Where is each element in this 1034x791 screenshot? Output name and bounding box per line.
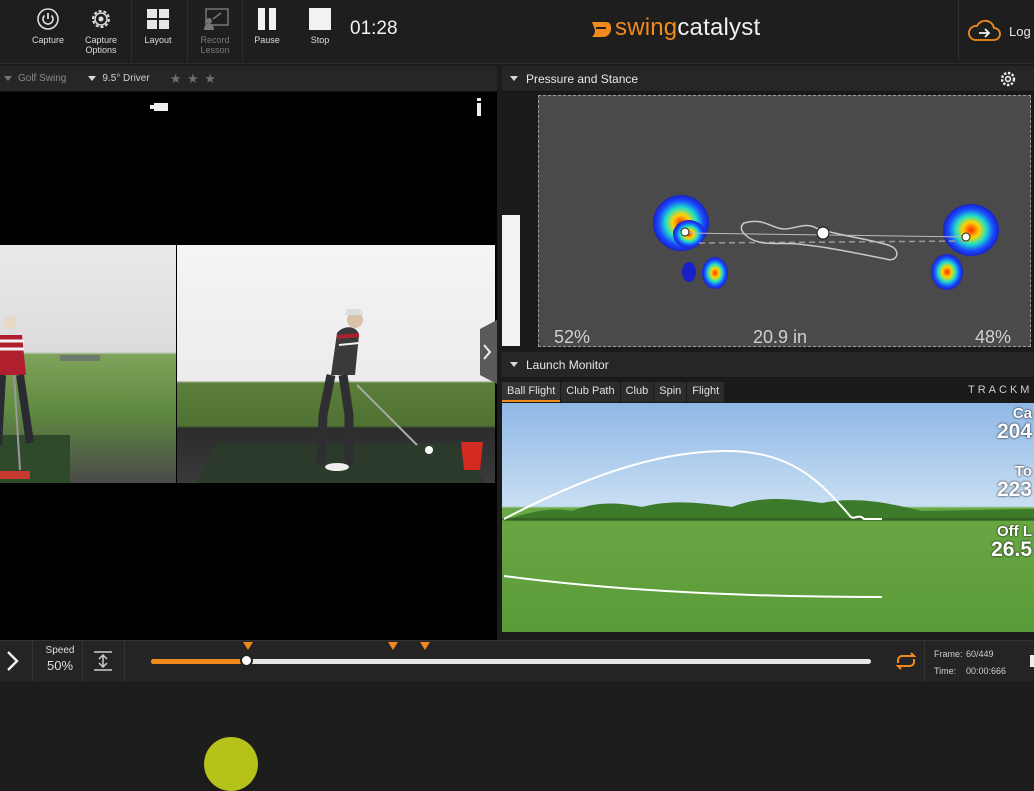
toolbar-divider <box>242 0 243 62</box>
chevron-down-icon[interactable] <box>88 76 97 81</box>
camera-view-face-on <box>0 245 176 483</box>
time-label: Time: <box>934 666 957 676</box>
pause-icon <box>256 6 278 32</box>
tab-club[interactable]: Club <box>620 382 654 402</box>
divider <box>32 641 33 681</box>
layout-button[interactable]: Layout <box>136 0 180 62</box>
speed-label: Speed <box>45 645 75 656</box>
pressure-side-bar <box>502 215 520 346</box>
capture-button[interactable]: Capture <box>26 0 70 62</box>
logo-mark-icon <box>592 22 611 37</box>
event-marker[interactable] <box>243 642 253 650</box>
info-icon[interactable] <box>474 98 484 116</box>
offline-value: 26.5 <box>991 538 1032 561</box>
stop-button[interactable]: Stop <box>300 0 340 62</box>
record-lesson-button[interactable]: Record Lesson <box>190 0 240 62</box>
toolbar-divider <box>187 0 188 62</box>
grid-icon <box>146 6 170 32</box>
gear-icon <box>88 6 114 32</box>
capture-label: Capture <box>31 35 65 45</box>
stance-width: 20.9 in <box>753 327 808 347</box>
video-panel-header: Golf Swing 9.5° Driver ★ ★ ★ <box>0 66 497 92</box>
recording-timer: 01:28 <box>350 18 398 39</box>
pressure-map[interactable] <box>538 95 1031 347</box>
trim-icon[interactable] <box>92 650 114 672</box>
power-icon <box>36 6 60 32</box>
time-value: 00:00:666 <box>966 666 1007 676</box>
chevron-down-icon[interactable] <box>4 76 12 81</box>
tab-club-path[interactable]: Club Path <box>561 382 620 402</box>
pause-button[interactable]: Pause <box>247 0 287 62</box>
stop-icon <box>308 6 332 32</box>
playback-bar: Speed 50% Frame: 60/449 Time: 00:00:666 <box>0 640 1034 682</box>
tab-flight[interactable]: Flight <box>687 382 725 402</box>
golfer-face-on-image <box>0 316 100 483</box>
record-lesson-label: Record Lesson <box>200 35 230 55</box>
category-dropdown[interactable]: Golf Swing <box>18 73 66 84</box>
capture-options-button[interactable]: Capture Options <box>78 0 124 62</box>
left-weight-percent: 52% <box>554 327 591 347</box>
event-marker[interactable] <box>388 642 398 650</box>
frame-info: Frame: 60/449 Time: 00:00:666 <box>934 646 1006 680</box>
playback-speed[interactable]: Speed 50% <box>38 645 82 673</box>
ball-flight-view[interactable]: Ca 204 To 223 Off L 26.5 <box>502 403 1034 632</box>
tab-ball-flight[interactable]: Ball Flight <box>502 382 561 402</box>
cloud-login-icon <box>968 19 1001 41</box>
play-button[interactable] <box>204 737 258 791</box>
chevron-right-icon[interactable] <box>6 651 20 671</box>
carry-value: 204 <box>996 420 1032 443</box>
video-viewer[interactable] <box>0 92 497 640</box>
timeline-track[interactable] <box>151 659 871 664</box>
offline-metric: Off L 26.5 <box>991 523 1032 560</box>
next-frame-icon[interactable] <box>1030 655 1034 667</box>
layout-label: Layout <box>144 35 172 45</box>
chevron-down-icon[interactable] <box>510 76 518 81</box>
chevron-down-icon[interactable] <box>510 362 518 367</box>
swingcatalyst-logo: swing catalyst <box>590 14 760 42</box>
launch-monitor-header: Launch Monitor <box>502 352 1034 378</box>
toolbar-divider <box>131 0 132 62</box>
settings-gear-icon[interactable] <box>1000 71 1016 87</box>
capture-options-label: Capture Options <box>84 35 118 55</box>
bottom-area <box>0 683 1034 768</box>
record-lesson-icon <box>201 6 229 32</box>
login-label: Log <box>1009 23 1031 39</box>
pressure-heatmap <box>653 195 999 290</box>
logo-swing-text: swing <box>615 14 678 41</box>
timeline-progress <box>151 659 248 664</box>
club-dropdown[interactable]: 9.5° Driver <box>102 73 149 84</box>
golfer-down-the-line-image <box>197 309 487 483</box>
rating-stars[interactable]: ★ ★ ★ <box>170 71 217 87</box>
tab-spin[interactable]: Spin <box>654 382 687 402</box>
trackman-logo: TRACKM <box>968 384 1033 396</box>
logo-catalyst-text: catalyst <box>677 14 761 41</box>
frame-value: 60/449 <box>966 649 994 659</box>
total-value: 223 <box>996 478 1032 501</box>
right-weight-percent: 48% <box>975 327 1012 347</box>
divider <box>924 641 925 681</box>
frame-label: Frame: <box>934 649 963 659</box>
divider <box>124 641 125 681</box>
loop-icon[interactable] <box>894 651 918 671</box>
event-marker[interactable] <box>420 642 430 650</box>
login-button[interactable]: Log <box>958 0 1034 62</box>
pressure-panel-title: Pressure and Stance <box>526 71 639 86</box>
camera-view-down-the-line <box>177 245 495 483</box>
ball-flight-chart <box>502 449 1034 598</box>
timeline-scrubber[interactable] <box>240 654 254 667</box>
stop-label: Stop <box>310 35 330 45</box>
camera-icon[interactable] <box>150 102 170 112</box>
launch-monitor-tabs: Ball Flight Club Path Club Spin Flight <box>502 382 725 402</box>
top-toolbar: Capture Capture Options Layout Record Le… <box>0 0 1034 64</box>
total-metric: To 223 <box>997 463 1032 500</box>
pause-label: Pause <box>254 35 280 45</box>
chevron-right-icon[interactable] <box>482 344 492 360</box>
speed-value: 50% <box>46 658 74 673</box>
pressure-panel-header: Pressure and Stance <box>502 66 1034 92</box>
divider <box>82 641 83 681</box>
launch-monitor-title: Launch Monitor <box>526 357 609 372</box>
carry-metric: Ca 204 <box>997 405 1032 442</box>
